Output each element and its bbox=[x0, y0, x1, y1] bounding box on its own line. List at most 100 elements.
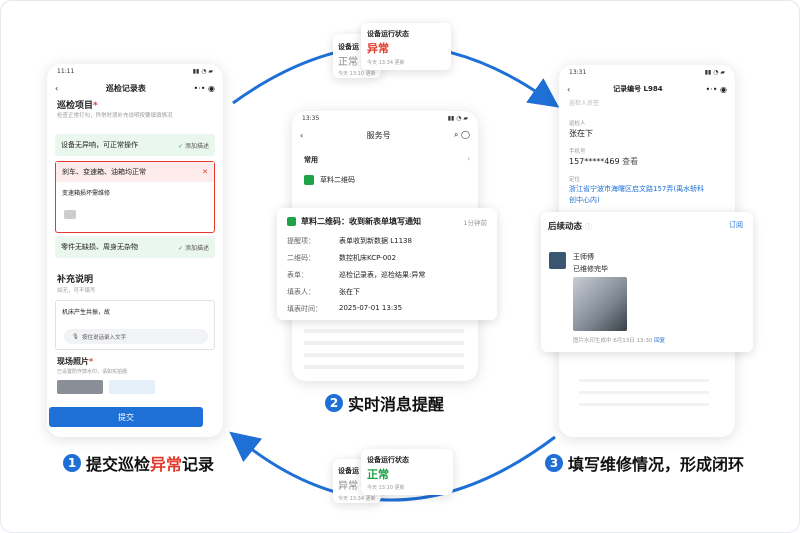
camera-icon[interactable] bbox=[64, 210, 76, 219]
service-entry[interactable]: 草料二维码 bbox=[304, 175, 355, 185]
status-bar: 11:11 ▮▮ ◔ ▰ bbox=[47, 64, 223, 78]
phone-inspection-form: 11:11 ▮▮ ◔ ▰ ‹ 巡检记录表 •·• ◉ 巡检项目* 检查正常打勾，异… bbox=[47, 64, 223, 437]
supplement-hint: 如无，可不填写 bbox=[57, 288, 96, 294]
photo-title: 现场照片* bbox=[57, 357, 94, 366]
nav-bar: ‹ 巡检记录表 •·• ◉ bbox=[47, 78, 223, 98]
step-number: 2 bbox=[325, 394, 343, 412]
row-key: 二维码： bbox=[287, 254, 315, 262]
submit-button[interactable]: 提交 bbox=[49, 407, 203, 427]
step-number: 1 bbox=[63, 454, 81, 472]
row-key: 填表人： bbox=[287, 288, 315, 296]
help-icon: ⓘ bbox=[584, 223, 592, 231]
location-value[interactable]: 浙江省宁波市海曙区启文路157弄(禹水轿科创中心内) bbox=[569, 184, 709, 206]
view-link[interactable]: 查看 bbox=[622, 157, 638, 166]
signature-area bbox=[579, 370, 709, 415]
notification-time: 1分钟前 bbox=[463, 219, 487, 227]
supplement-textarea[interactable]: 机床产生共振，故 🎙 按住说话录入文字 bbox=[55, 300, 215, 350]
row-key: 表单： bbox=[287, 271, 308, 279]
blurred-content bbox=[304, 321, 464, 371]
check-item-2-abnormal[interactable]: 刹车、变速箱、油箱均正常 ✕ 变速箱损坏需维修 bbox=[55, 161, 215, 233]
status-value: 正常 bbox=[367, 468, 389, 481]
status-time: 今天 13:34 更新 bbox=[367, 60, 405, 66]
check-item-3[interactable]: 零件无缺损、周身无杂物 ✓ 添加描述 bbox=[55, 236, 215, 258]
followup-footer: 图片水印生成中 6月13日 13:30 回复 bbox=[573, 338, 666, 344]
common-label: 常用 bbox=[304, 156, 318, 164]
qr-app-icon bbox=[287, 217, 296, 226]
step-3-label: 3 填写维修情况，形成闭环 bbox=[545, 451, 744, 475]
check-item-label: 设备无异响，可正常操作 bbox=[61, 141, 138, 149]
page-title: 巡检记录表 bbox=[105, 83, 146, 93]
step-number: 3 bbox=[545, 454, 563, 472]
check-item-label: 刹车、变速箱、油箱均正常 bbox=[62, 168, 146, 176]
back-icon[interactable]: ‹ bbox=[55, 84, 58, 93]
notification-row: 填表时间： 2025-07-01 13:35 bbox=[287, 304, 402, 314]
status-label: 设备运行状态 bbox=[367, 30, 409, 38]
abnormal-note: 变速箱损坏需维修 bbox=[62, 190, 111, 197]
phone-label: 手机号 bbox=[569, 149, 586, 155]
clock: 13:35 bbox=[302, 114, 320, 122]
more-icon[interactable]: •·• ◉ bbox=[705, 85, 727, 94]
row-value: 巡检记录表，巡检结果:异常 bbox=[339, 271, 426, 279]
row-value: 2025-07-01 13:35 bbox=[339, 304, 403, 312]
author-name: 王师傅 bbox=[573, 253, 594, 261]
status-bar: 13:35 ▮▮ ◔ ▰ bbox=[292, 111, 478, 125]
more-icon[interactable]: •·• ◉ bbox=[193, 84, 215, 93]
avatar bbox=[549, 252, 566, 269]
photo-thumbnail[interactable] bbox=[109, 380, 155, 394]
signal-icons: ▮▮ ◔ ▰ bbox=[704, 68, 725, 76]
status-card-bottom: 设备运行状态 正常 今天 13:10 更新 bbox=[361, 449, 453, 495]
followup-title: 后续动态 ⓘ bbox=[548, 222, 592, 232]
add-desc-button[interactable]: ✓ 添加描述 bbox=[178, 141, 209, 150]
qr-app-icon bbox=[304, 175, 314, 185]
status-time: 今天 13:10 更新 bbox=[367, 485, 405, 491]
notification-row: 二维码： 数控机床KCP-002 bbox=[287, 253, 396, 263]
inspector-value: 张在下 bbox=[569, 129, 593, 138]
notification-card[interactable]: 草料二维码：收到新表单填写通知 1分钟前 提醒项： 表单收到新数据 L1138 二维… bbox=[277, 208, 497, 320]
chevron-right-icon[interactable]: › bbox=[467, 155, 470, 163]
supplement-title: 补充说明 bbox=[57, 275, 94, 285]
status-card-top: 设备运行状态 异常 今天 13:34 更新 bbox=[361, 23, 451, 70]
phone-value: 157*****469 查看 bbox=[569, 157, 639, 166]
step-1-label: 1 提交巡检 异常 记录 bbox=[63, 451, 214, 475]
location-label: 定位 bbox=[569, 177, 581, 183]
photo-thumbnail[interactable] bbox=[57, 380, 103, 394]
status-bar: 13:31 ▮▮ ◔ ▰ bbox=[559, 65, 735, 79]
notification-row: 填表人： 张在下 bbox=[287, 287, 360, 297]
supplement-text: 机床产生共振，故 bbox=[62, 309, 111, 316]
cut-label: 巡检人员签 bbox=[569, 100, 600, 107]
signal-icons: ▮▮ ◔ ▰ bbox=[447, 114, 468, 122]
section-hint: 检查正常打勾，异常时须补充说明按要填填情况 bbox=[57, 113, 173, 119]
add-desc-button[interactable]: ✓ 添加描述 bbox=[178, 243, 209, 252]
back-icon[interactable]: ‹ bbox=[567, 85, 570, 94]
step-2-label: 2 实时消息提醒 bbox=[325, 391, 444, 415]
status-label: 设备运行状态 bbox=[367, 456, 409, 464]
notification-title: 草料二维码：收到新表单填写通知 bbox=[301, 217, 421, 226]
section-title: 巡检项目* bbox=[57, 101, 98, 111]
inspector-label: 巡检人 bbox=[569, 121, 586, 127]
check-item-1[interactable]: 设备无异响，可正常操作 ✓ 添加描述 bbox=[55, 134, 215, 156]
subscribe-button[interactable]: 订阅 bbox=[729, 220, 743, 230]
row-key: 填表时间： bbox=[287, 305, 322, 313]
signal-icons: ▮▮ ◔ ▰ bbox=[192, 67, 213, 75]
back-icon[interactable]: ‹ bbox=[300, 131, 303, 140]
check-item-label: 零件无缺损、周身无杂物 bbox=[61, 243, 138, 251]
repair-photo[interactable] bbox=[573, 277, 627, 331]
row-value: 数控机床KCP-002 bbox=[339, 254, 397, 262]
close-icon[interactable]: ✕ bbox=[202, 168, 208, 176]
reply-button[interactable]: 回复 bbox=[654, 338, 665, 344]
search-icon[interactable]: ⌕ ◯ bbox=[454, 130, 470, 140]
notification-row: 提醒项： 表单收到新数据 L1138 bbox=[287, 236, 412, 246]
status-value: 异常 bbox=[367, 42, 389, 55]
canvas: 11:11 ▮▮ ◔ ▰ ‹ 巡检记录表 •·• ◉ 巡检项目* 检查正常打勾，异… bbox=[0, 0, 800, 533]
status-text: 已维修完毕 bbox=[573, 265, 608, 273]
followup-card: 后续动态 ⓘ 订阅 王师傅 已维修完毕 图片水印生成中 6月13日 13:30 … bbox=[541, 212, 753, 352]
clock: 13:31 bbox=[569, 68, 587, 76]
clock: 11:11 bbox=[57, 67, 75, 75]
row-value: 张在下 bbox=[339, 288, 360, 296]
nav-bar: ‹ 记录编号 L984 •·• ◉ bbox=[559, 79, 735, 99]
voice-input-button[interactable]: 🎙 按住说话录入文字 bbox=[64, 329, 208, 344]
notification-row: 表单： 巡检记录表，巡检结果:异常 bbox=[287, 270, 425, 280]
row-key: 提醒项： bbox=[287, 237, 315, 245]
page-title: 记录编号 L984 bbox=[613, 85, 663, 93]
nav-bar: ‹ 服务号 ⌕ ◯ bbox=[292, 125, 478, 145]
